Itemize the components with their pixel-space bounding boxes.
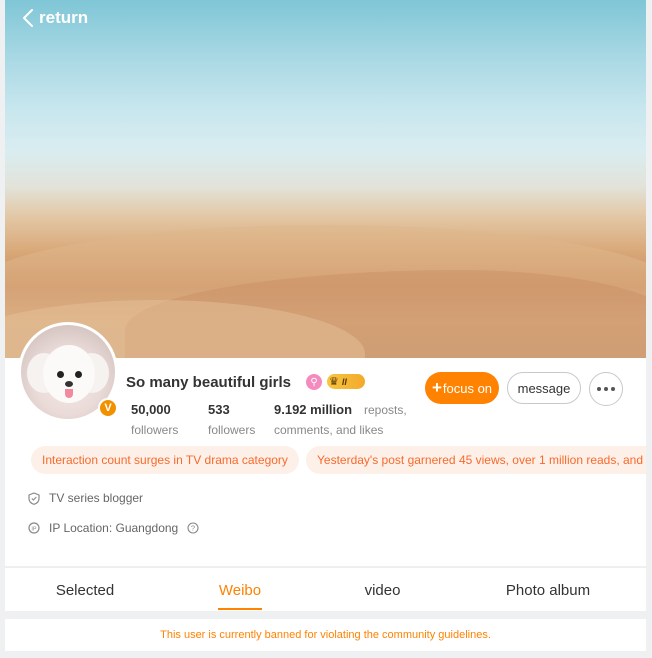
tab-weibo[interactable]: Weibo [165, 568, 315, 612]
banned-notice: This user is currently banned for violat… [5, 619, 646, 651]
avatar-eye [57, 371, 64, 378]
message-button[interactable]: message [507, 372, 581, 404]
interactions-count: 9.192 million [274, 402, 353, 417]
tab-photo-album[interactable]: Photo album [450, 568, 646, 612]
cover-image [5, 0, 646, 358]
crown-icon: ♛ [329, 376, 339, 388]
tab-label: Photo album [505, 581, 591, 599]
highlight-tag[interactable]: Yesterday's post garnered 45 views, over… [306, 446, 646, 474]
verified-badge: V [98, 398, 118, 418]
vip-crown-icon[interactable]: ♛ II [327, 374, 365, 389]
tab-label: video [364, 581, 401, 599]
chevron-left-icon [23, 9, 33, 27]
ip-icon: IP [28, 522, 40, 534]
interactions-label: reposts, [364, 403, 407, 417]
avatar-nose [65, 381, 73, 387]
interactions-label-line2: comments, and likes [274, 423, 384, 437]
ip-location-row: IP IP Location: Guangdong ? [28, 521, 199, 535]
follow-label: focus on [442, 380, 493, 396]
tab-label: Selected [55, 581, 115, 599]
plus-icon: + [431, 377, 442, 397]
active-tab-indicator [218, 608, 262, 610]
vip-level: II [341, 376, 347, 387]
ip-location-text: IP Location: Guangdong [49, 521, 179, 535]
help-icon[interactable]: ? [187, 522, 199, 534]
avatar-eye [75, 371, 82, 378]
avatar-tongue [65, 389, 73, 398]
more-dot-icon [597, 387, 601, 391]
highlight-tag[interactable]: Interaction count surges in TV drama cat… [31, 446, 299, 474]
shield-icon [28, 491, 40, 505]
svg-text:IP: IP [31, 526, 37, 532]
return-label: return [39, 8, 89, 27]
following-label: followers [208, 423, 256, 437]
tab-video[interactable]: video [315, 568, 450, 612]
followers-count[interactable]: 50,000 [131, 402, 171, 417]
search-icon[interactable]: ⚲ [306, 374, 322, 390]
profile-tabs: Selected Weibo video Photo album [5, 567, 646, 611]
follow-button[interactable]: + focus on [425, 372, 499, 404]
followers-label: followers [131, 423, 179, 437]
category-text: TV series blogger [49, 491, 144, 505]
return-button[interactable]: return [23, 8, 88, 28]
more-dot-icon [604, 387, 608, 391]
svg-text:?: ? [191, 524, 195, 533]
tab-label: Weibo [218, 581, 262, 599]
category-row: TV series blogger [28, 491, 143, 505]
more-button[interactable] [589, 372, 623, 406]
profile-name: So many beautiful girls [126, 374, 292, 391]
tab-selected[interactable]: Selected [5, 568, 165, 612]
following-count[interactable]: 533 [208, 402, 230, 417]
more-dot-icon [611, 387, 615, 391]
